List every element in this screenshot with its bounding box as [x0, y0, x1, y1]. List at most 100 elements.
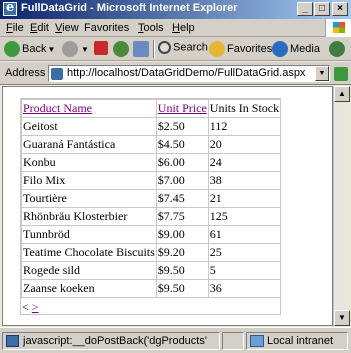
cell-product-name: Filo Mix — [21, 171, 157, 190]
toolbar: Back▼ ▼ Search Favorites Media — [0, 37, 351, 61]
cell-unit-price: $9.00 — [155, 225, 209, 244]
window-title: FullDataGrid - Microsoft Internet Explor… — [21, 2, 238, 14]
zone-text: Local intranet — [267, 335, 334, 347]
cell-product-name: Rhönbräu Klosterbier — [21, 207, 157, 226]
address-input[interactable]: http://localhost/DataGridDemo/FullDataGr… — [48, 65, 330, 82]
cell-product-name: Rogede sild — [21, 261, 157, 280]
table-row: Rogede sild $9.50 5 — [21, 261, 282, 280]
header-product-name[interactable]: Product Name — [21, 99, 157, 118]
ie-icon — [3, 0, 17, 16]
minimize-button[interactable]: _ — [297, 2, 313, 16]
cell-product-name: Konbu — [21, 153, 157, 172]
favorites-star-icon — [209, 41, 225, 57]
cell-units-in-stock: 61 — [207, 225, 282, 244]
status-zone-pane: Local intranet — [246, 332, 348, 350]
search-button[interactable]: Search — [158, 41, 208, 57]
history-icon — [329, 41, 345, 57]
status-progress-pane — [222, 332, 244, 350]
cell-unit-price: $7.75 — [155, 207, 209, 226]
status-text: javascript:__doPostBack('dgProducts' — [23, 335, 207, 347]
sort-unit-price-link[interactable]: Unit Price — [158, 101, 207, 115]
title-bar: FullDataGrid - Microsoft Internet Explor… — [0, 0, 351, 19]
cell-product-name: Teatime Chocolate Biscuits — [21, 243, 157, 262]
address-label: Address — [5, 67, 46, 79]
home-icon — [133, 41, 149, 57]
address-bar: Address http://localhost/DataGridDemo/Fu… — [0, 62, 351, 85]
cell-product-name: Zaanse koeken — [21, 279, 157, 298]
refresh-button[interactable] — [113, 41, 131, 57]
table-row: Konbu $6.00 24 — [21, 153, 282, 172]
cell-product-name: Guaraná Fantástica — [21, 135, 157, 154]
cell-units-in-stock: 25 — [207, 243, 282, 262]
table-row: Zaanse koeken $9.50 36 — [21, 279, 282, 298]
close-button[interactable]: × — [332, 2, 348, 16]
scroll-up-button[interactable]: ▲ — [334, 86, 350, 102]
grid-header-row: Product Name Unit Price Units In Stock — [21, 99, 282, 118]
cell-product-name: Tourtière — [21, 189, 157, 208]
table-row: Guaraná Fantástica $4.50 20 — [21, 135, 282, 154]
home-button[interactable] — [133, 41, 151, 57]
table-row: Filo Mix $7.00 38 — [21, 171, 282, 190]
cell-unit-price: $2.50 — [155, 117, 209, 136]
menu-help[interactable]: Help — [172, 22, 195, 34]
page-icon — [51, 68, 63, 80]
back-arrow-icon — [4, 41, 20, 57]
media-icon — [272, 41, 288, 57]
grid-pager: < > — [22, 300, 39, 315]
menu-edit[interactable]: Edit — [30, 22, 49, 34]
go-arrow-icon[interactable] — [334, 67, 348, 81]
refresh-icon — [113, 41, 129, 57]
address-url[interactable]: http://localhost/DataGridDemo/FullDataGr… — [67, 67, 305, 79]
history-button[interactable] — [329, 41, 347, 57]
cell-unit-price: $9.50 — [155, 261, 209, 280]
stop-button[interactable] — [94, 41, 110, 57]
menu-favorites[interactable]: Favorites — [84, 22, 129, 34]
cell-units-in-stock: 125 — [207, 207, 282, 226]
cell-unit-price: $7.45 — [155, 189, 209, 208]
cell-unit-price: $9.20 — [155, 243, 209, 262]
cell-units-in-stock: 112 — [207, 117, 282, 136]
header-units-in-stock: Units In Stock — [207, 99, 282, 118]
forward-arrow-icon — [62, 41, 78, 57]
menu-tools[interactable]: Tools — [138, 22, 164, 34]
cell-units-in-stock: 38 — [207, 171, 282, 190]
cell-units-in-stock: 5 — [207, 261, 282, 280]
cell-units-in-stock: 24 — [207, 153, 282, 172]
pager-prev: < — [22, 300, 29, 314]
cell-units-in-stock: 20 — [207, 135, 282, 154]
table-row: Tourtière $7.45 21 — [21, 189, 282, 208]
status-bar: javascript:__doPostBack('dgProducts' Loc… — [0, 327, 351, 353]
sort-product-name-link[interactable]: Product Name — [23, 101, 92, 115]
cell-unit-price: $6.00 — [155, 153, 209, 172]
windows-logo-icon — [325, 19, 351, 37]
cell-units-in-stock: 36 — [207, 279, 282, 298]
cell-unit-price: $9.50 — [155, 279, 209, 298]
products-datagrid: Product Name Unit Price Units In Stock G… — [21, 99, 282, 298]
menu-bar: File Edit View Favorites Tools Help — [0, 19, 351, 37]
script-page-icon — [6, 335, 19, 347]
local-intranet-icon — [250, 335, 264, 347]
cell-product-name: Tunnbröd — [21, 225, 157, 244]
cell-product-name: Geitost — [21, 117, 157, 136]
menu-file[interactable]: File — [6, 22, 24, 34]
status-message-pane: javascript:__doPostBack('dgProducts' — [2, 332, 220, 350]
address-dropdown-button[interactable]: ▼ — [315, 66, 329, 81]
table-row: Teatime Chocolate Biscuits $9.20 25 — [21, 243, 282, 262]
maximize-button[interactable]: □ — [314, 2, 330, 16]
cell-units-in-stock: 21 — [207, 189, 282, 208]
vertical-scrollbar[interactable]: ▲ ▼ — [333, 86, 350, 326]
toolbar-separator — [153, 40, 155, 58]
search-icon — [158, 41, 171, 54]
forward-button[interactable]: ▼ — [62, 41, 89, 57]
media-button[interactable]: Media — [272, 41, 320, 57]
scroll-down-button[interactable]: ▼ — [334, 310, 350, 326]
pager-next-link[interactable]: > — [32, 300, 39, 314]
page-content: Product Name Unit Price Units In Stock G… — [2, 86, 333, 326]
table-row: Rhönbräu Klosterbier $7.75 125 — [21, 207, 282, 226]
cell-unit-price: $4.50 — [155, 135, 209, 154]
table-row: Tunnbröd $9.00 61 — [21, 225, 282, 244]
header-unit-price[interactable]: Unit Price — [155, 99, 209, 118]
back-button[interactable]: Back▼ — [4, 41, 55, 57]
menu-view[interactable]: View — [55, 22, 79, 34]
favorites-button[interactable]: Favorites — [209, 41, 272, 57]
